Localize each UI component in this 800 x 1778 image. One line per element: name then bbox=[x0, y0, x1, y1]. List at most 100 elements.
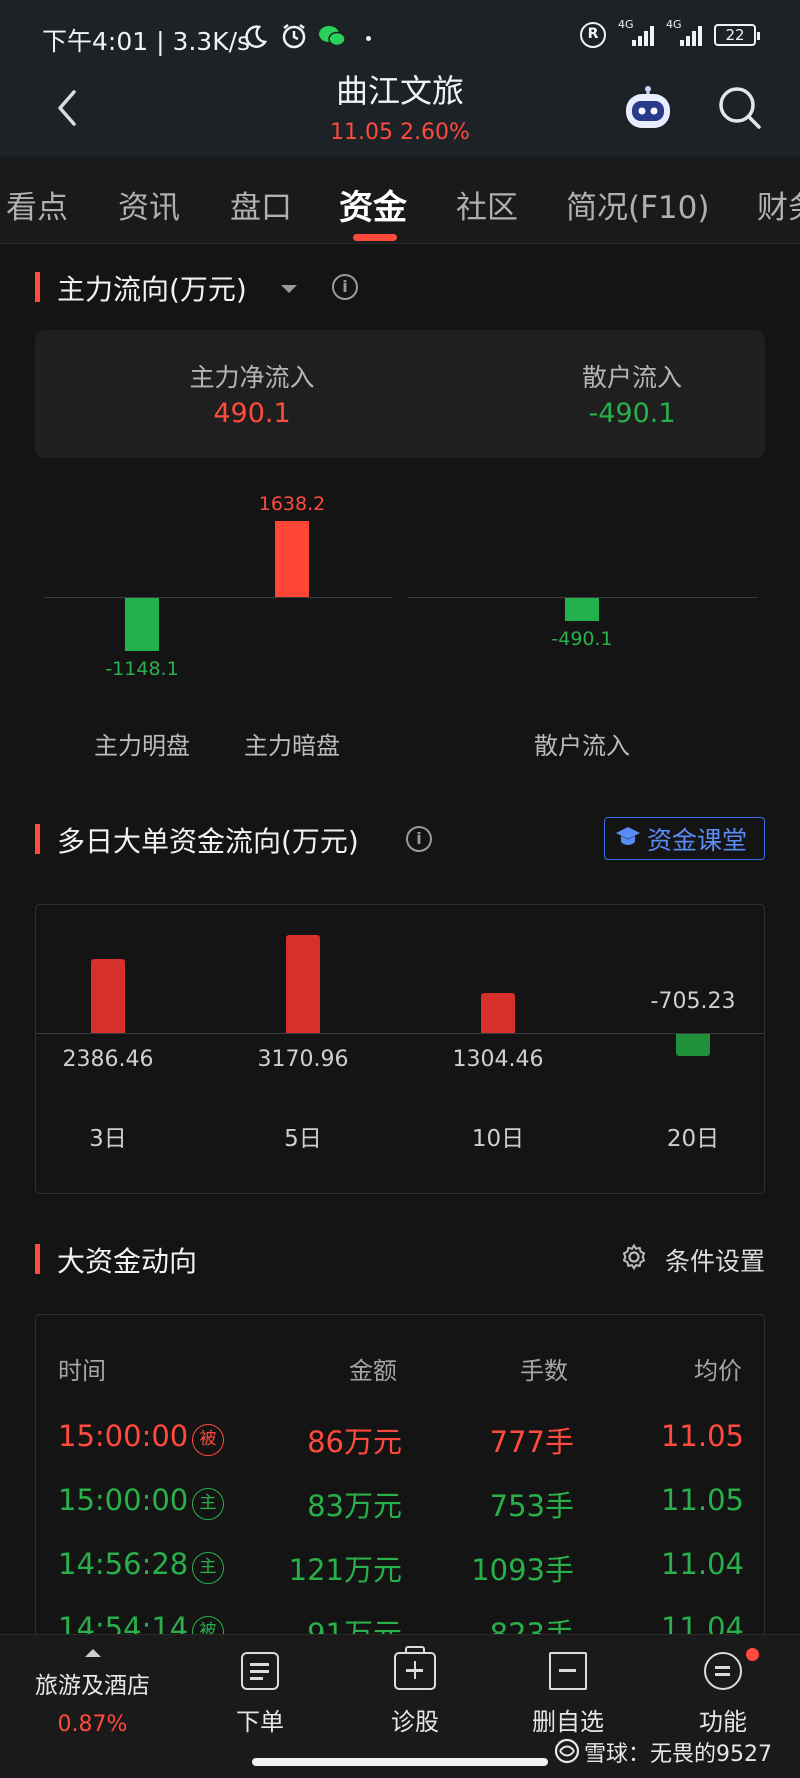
flow-label-mingpan: 主力明盘 bbox=[94, 732, 190, 760]
sector-name[interactable]: 旅游及酒店 bbox=[10, 1666, 175, 1700]
info-icon[interactable]: i bbox=[406, 826, 432, 852]
gear-icon[interactable] bbox=[620, 1243, 648, 1275]
flow-label-retail: 散户流入 bbox=[534, 732, 630, 760]
status-time-speed: 下午4:01 | 3.3K/s bbox=[42, 27, 251, 56]
row-lots: 823手 bbox=[489, 1617, 574, 1634]
nav-order-label: 下单 bbox=[236, 1708, 284, 1736]
graduation-cap-icon bbox=[615, 824, 641, 853]
signal-icon-2: 4G bbox=[666, 18, 702, 46]
flow-bar-mingpan bbox=[125, 598, 159, 652]
flow-value-retail: -490.1 bbox=[551, 627, 613, 650]
section-marker bbox=[35, 272, 40, 302]
section-marker bbox=[35, 1244, 40, 1274]
robot-assistant-icon[interactable] bbox=[622, 86, 674, 130]
dropdown-caret-icon[interactable] bbox=[280, 280, 298, 299]
nav-remove-watchlist[interactable]: 删自选 bbox=[508, 1652, 628, 1737]
multi-day-chart: 2386.46 3170.96 1304.46 -705.23 3日 5日 10… bbox=[35, 904, 765, 1194]
stock-price-change: 11.05 2.60% bbox=[330, 120, 470, 145]
nav-diagnose-label: 诊股 bbox=[391, 1708, 439, 1736]
active-tab-indicator bbox=[353, 234, 397, 241]
md-value-5d: 3170.96 bbox=[257, 1047, 349, 1072]
fund-class-button[interactable]: 资金课堂 bbox=[604, 817, 765, 860]
row-amount: 86万元 bbox=[307, 1425, 402, 1459]
main-flow-summary: 主力净流入 490.1 散户流入 -490.1 bbox=[35, 330, 765, 458]
flow-value-mingpan: -1148.1 bbox=[105, 658, 179, 681]
net-inflow-label: 主力净流入 bbox=[189, 363, 315, 392]
row-badge: 主 bbox=[192, 1488, 224, 1520]
tab-bar: 看点 资讯 盘口 资金 社区 简况(F10) 财务 bbox=[0, 156, 800, 244]
md-day-5d: 5日 bbox=[284, 1126, 322, 1152]
tab-zixun[interactable]: 资讯 bbox=[118, 182, 180, 227]
flow-value-anpan: 1638.2 bbox=[258, 493, 326, 515]
watermark: 雪球：无畏的9527 bbox=[584, 1742, 772, 1767]
info-icon[interactable]: i bbox=[332, 274, 358, 300]
minus-square-icon bbox=[549, 1652, 587, 1690]
md-value-3d: 2386.46 bbox=[62, 1047, 154, 1072]
col-header-price: 均价 bbox=[694, 1357, 742, 1385]
status-icons: R 4G 4G 22 bbox=[580, 18, 760, 48]
row-badge: 被 bbox=[192, 1424, 224, 1456]
row-time: 15:00:00 bbox=[58, 1483, 189, 1517]
md-value-10d: 1304.46 bbox=[452, 1047, 544, 1072]
nav-remove-watchlist-label: 删自选 bbox=[532, 1708, 604, 1736]
md-day-3d: 3日 bbox=[89, 1126, 127, 1152]
sector-change: 0.87% bbox=[57, 1712, 128, 1737]
retail-inflow-label: 散户流入 bbox=[581, 363, 682, 392]
multi-day-baseline bbox=[36, 1033, 764, 1034]
table-row[interactable]: 14:56:28 主 121万元 1093手 11.04 bbox=[36, 1535, 764, 1599]
registered-icon: R bbox=[580, 22, 606, 48]
flow-bar-retail bbox=[565, 598, 599, 621]
md-bar-20d bbox=[676, 1034, 710, 1056]
table-row[interactable]: 15:00:00 被 86万元 777手 11.05 bbox=[36, 1407, 764, 1471]
row-time: 15:00:00 bbox=[58, 1419, 189, 1453]
table-row[interactable]: 14:54:14 被 91万元 823手 11.04 bbox=[36, 1599, 764, 1634]
col-header-amount: 金额 bbox=[349, 1357, 397, 1385]
signal-icon-1: 4G bbox=[618, 18, 654, 46]
nav-diagnose[interactable]: 诊股 bbox=[355, 1646, 475, 1737]
row-amount: 121万元 bbox=[288, 1553, 402, 1587]
tab-shequ[interactable]: 社区 bbox=[456, 182, 518, 227]
row-lots: 777手 bbox=[489, 1425, 574, 1459]
row-amount: 91万元 bbox=[307, 1617, 402, 1634]
tab-kandian[interactable]: 看点 bbox=[6, 182, 68, 227]
md-value-20d: -705.23 bbox=[650, 989, 736, 1014]
xueqiu-logo-icon bbox=[554, 1738, 580, 1768]
row-badge: 被 bbox=[192, 1616, 224, 1634]
row-time: 14:54:14 bbox=[58, 1611, 189, 1634]
tab-pankou[interactable]: 盘口 bbox=[230, 182, 292, 227]
section-marker bbox=[35, 824, 40, 854]
big-money-table: 时间 金额 手数 均价 15:00:00 被 86万元 777手 11.05 1… bbox=[35, 1314, 765, 1634]
retail-inflow-value: -490.1 bbox=[588, 398, 676, 429]
md-bar-10d bbox=[481, 992, 515, 1033]
col-header-time: 时间 bbox=[58, 1357, 106, 1385]
row-price: 11.05 bbox=[660, 1419, 744, 1453]
moon-icon bbox=[242, 24, 268, 54]
search-icon[interactable] bbox=[716, 84, 764, 132]
wechat-icon bbox=[318, 24, 346, 52]
battery-icon: 22 bbox=[714, 24, 760, 46]
main-flow-title[interactable]: 主力流向(万元) bbox=[57, 268, 247, 308]
alarm-icon bbox=[280, 22, 308, 54]
nav-functions[interactable]: 功能 bbox=[663, 1652, 783, 1737]
condition-settings-button[interactable]: 条件设置 bbox=[665, 1242, 765, 1278]
tab-zijin[interactable]: 资金 bbox=[339, 180, 407, 229]
row-lots: 1093手 bbox=[471, 1553, 574, 1587]
nav-order[interactable]: 下单 bbox=[200, 1652, 320, 1737]
caret-up-icon[interactable] bbox=[84, 1643, 102, 1662]
row-amount: 83万元 bbox=[307, 1489, 402, 1523]
md-bar-3d bbox=[91, 959, 125, 1033]
fund-class-label: 资金课堂 bbox=[647, 825, 748, 855]
row-badge: 主 bbox=[192, 1552, 224, 1584]
multi-day-title: 多日大单资金流向(万元) bbox=[57, 825, 359, 858]
notification-badge bbox=[746, 1648, 759, 1661]
md-day-20d: 20日 bbox=[666, 1126, 720, 1152]
big-money-title: 大资金动向 bbox=[57, 1245, 198, 1278]
table-row[interactable]: 15:00:00 主 83万元 753手 11.05 bbox=[36, 1471, 764, 1535]
home-indicator[interactable] bbox=[252, 1758, 548, 1766]
tab-caiwu[interactable]: 财务 bbox=[757, 182, 800, 227]
tab-jiankuang[interactable]: 简况(F10) bbox=[566, 182, 709, 227]
menu-circle-icon bbox=[704, 1652, 742, 1690]
flow-bar-anpan bbox=[275, 521, 309, 597]
md-bar-5d bbox=[286, 935, 320, 1033]
row-time: 14:56:28 bbox=[58, 1547, 189, 1581]
